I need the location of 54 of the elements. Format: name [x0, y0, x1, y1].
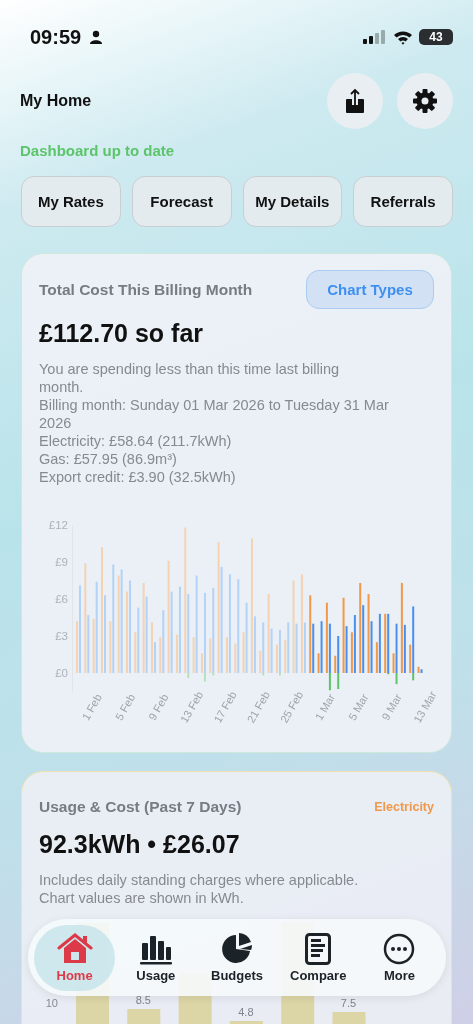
summary-line: Chart values are shown in kWh. [39, 889, 245, 907]
person-icon [89, 30, 104, 44]
chart-bar [229, 1021, 263, 1024]
axis-label: £6 [55, 593, 68, 605]
card-title: Usage & Cost (Past 7 Days) [39, 798, 242, 816]
summary-line: Includes daily standing charges where applicable. [39, 871, 360, 889]
usage-amount: 92.3kWh • £26.07 [39, 830, 241, 859]
more-icon [383, 932, 416, 965]
axis-label: 9 Feb [146, 691, 171, 723]
house-icon [56, 932, 93, 965]
value-label: 7.5 [340, 997, 357, 1009]
status-time: 09:59 [30, 25, 82, 49]
chart-bar [127, 1009, 161, 1024]
summary-line: Export credit: £3.90 (32.5kWh) [39, 468, 237, 486]
value-label: 4.8 [238, 1006, 254, 1018]
tab-item[interactable]: Usage [115, 924, 197, 991]
summary-line: You are spending less than this time last billing month. [39, 360, 341, 396]
summary-line: Electricity: £58.64 (211.7kWh) [39, 432, 233, 450]
tab-item[interactable]: More [358, 924, 440, 991]
axis-label: 5 Feb [112, 691, 138, 723]
summary-line: Gas: £57.95 (86.9m³) [39, 450, 178, 468]
tab-item[interactable]: Budgets [196, 924, 278, 991]
axis-label: £12 [48, 519, 68, 531]
quick-action-button[interactable]: Forecast [131, 176, 232, 227]
signal-icon [363, 30, 387, 44]
share-button[interactable] [327, 73, 383, 129]
axis-label: 17 Feb [211, 689, 239, 725]
settings-button[interactable] [397, 73, 453, 129]
axis-label: 10 [45, 997, 58, 1009]
axis-label: £0 [55, 667, 68, 679]
axis-label: 1 Feb [79, 691, 104, 723]
card-title: Total Cost This Billing Month [39, 280, 253, 299]
fuel-label: Electricity [374, 800, 434, 814]
quick-action-button[interactable]: My Rates [21, 176, 121, 227]
wifi-icon [393, 29, 413, 45]
page-title: My Home [20, 92, 92, 109]
pie-chart-icon [221, 932, 253, 965]
battery-indicator: 43 [419, 29, 453, 45]
axis-label: 21 Feb [244, 689, 273, 725]
document-icon [305, 932, 332, 965]
chart-bar [332, 1012, 366, 1024]
tab-item[interactable]: Compare [277, 924, 359, 991]
quick-action-button[interactable]: My Details [242, 176, 343, 227]
value-label: 8.5 [135, 994, 151, 1006]
axis-label: £9 [55, 556, 68, 568]
axis-label: £3 [55, 630, 68, 642]
quick-action-button[interactable]: Referrals [353, 176, 453, 227]
summary-line: Billing month: Sunday 01 Mar 2026 to Tuesday 31 Mar 2026 [39, 396, 390, 432]
axis-label: 13 Feb [177, 689, 206, 725]
sync-status: Dashboard up to date [19, 141, 176, 159]
share-icon [344, 88, 366, 114]
axis-label: 25 Feb [277, 689, 306, 725]
cost-amount: £112.70 so far [39, 319, 204, 348]
settings-icon [412, 88, 438, 114]
